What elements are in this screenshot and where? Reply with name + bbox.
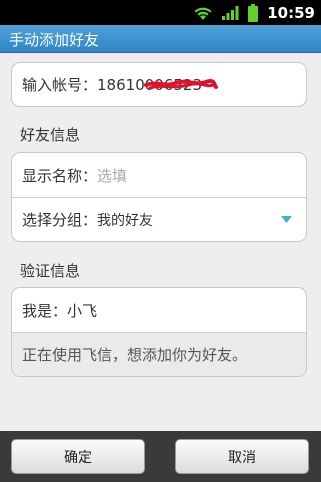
group-select[interactable]: 选择分组： 我的好友 [12,197,306,241]
iam-label: 我是： [22,301,68,320]
battery-icon [248,3,259,22]
dropdown-arrow-icon[interactable] [281,216,292,223]
display-name-field[interactable]: 显示名称： 选填 [12,153,306,197]
account-field[interactable]: 输入帐号： 18610006523 [12,63,306,106]
account-card: 输入帐号： 18610006523 [11,62,307,107]
verify-info-card: 我是： 小飞 正在使用飞信，想添加你为好友。 [11,287,307,377]
verify-message-text[interactable]: 正在使用飞信，想添加你为好友。 [22,344,247,365]
display-name-input[interactable]: 选填 [97,165,127,186]
title-bar: 手动添加好友 [0,25,321,53]
verify-message[interactable]: 正在使用飞信，想添加你为好友。 [12,332,306,376]
signal-icon [222,5,239,20]
wifi-icon [194,7,212,20]
redaction-scribble [144,79,218,90]
cancel-button[interactable]: 取消 [175,439,309,474]
status-bar: 10:59 [0,0,321,25]
bottom-bar: 确定 取消 [0,431,321,482]
account-label: 输入帐号： [22,76,98,94]
display-name-label: 显示名称： [22,166,98,185]
iam-field[interactable]: 我是： 小飞 [12,288,306,332]
friend-info-heading: 好友信息 [20,126,81,144]
verify-info-heading: 验证信息 [20,262,81,280]
group-value[interactable]: 我的好友 [97,210,153,230]
status-time: 10:59 [267,3,315,22]
confirm-button[interactable]: 确定 [11,439,145,474]
group-label: 选择分组： [22,211,98,229]
page-title: 手动添加好友 [9,31,100,49]
friend-info-card: 显示名称： 选填 选择分组： 我的好友 [11,152,307,242]
iam-value[interactable]: 小飞 [67,300,97,321]
status-icons: 10:59 [193,0,315,25]
